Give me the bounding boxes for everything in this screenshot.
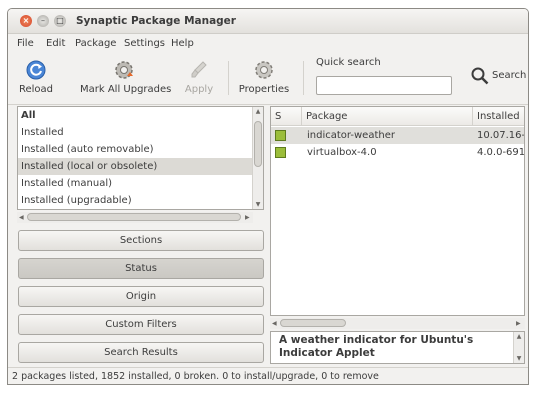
toolbar: Reload Mark All Upgrades Apply Propertie… (8, 53, 528, 105)
search-label: Search (492, 70, 527, 81)
column-header-installed[interactable]: Installed (473, 107, 524, 126)
installed-status-icon[interactable] (275, 130, 286, 141)
custom-filters-button[interactable]: Custom Filters (18, 314, 264, 335)
filter-item-manual[interactable]: Installed (manual) (18, 175, 254, 192)
toolbar-separator (228, 61, 229, 95)
filter-list: All Installed Installed (auto removable)… (17, 106, 264, 210)
menu-settings[interactable]: Settings (124, 38, 165, 49)
filter-item-installed[interactable]: Installed (18, 124, 254, 141)
scroll-left-icon[interactable]: ◀ (19, 212, 24, 223)
filter-list-horizontal-scrollbar[interactable]: ◀ ▶ (17, 212, 253, 223)
gear-icon (255, 61, 273, 79)
minimize-button[interactable]: – (37, 15, 49, 27)
mark-all-upgrades-button[interactable]: Mark All Upgrades (80, 55, 172, 103)
status-bar: 2 packages listed, 1852 installed, 0 bro… (8, 367, 528, 384)
scroll-thumb[interactable] (27, 213, 241, 221)
search-results-button[interactable]: Search Results (18, 342, 264, 363)
quick-search-label: Quick search (316, 57, 381, 68)
magnifier-icon (471, 67, 489, 85)
scroll-right-icon[interactable]: ▶ (516, 318, 521, 329)
description-title: A weather indicator for Ubuntu's Indicat… (279, 334, 474, 359)
menu-package[interactable]: Package (75, 38, 116, 49)
filter-item-auto-removable[interactable]: Installed (auto removable) (18, 141, 254, 158)
reload-icon (26, 60, 46, 80)
scroll-right-icon[interactable]: ▶ (245, 212, 250, 223)
apply-button[interactable]: Apply (178, 55, 220, 103)
reload-button[interactable]: Reload (12, 55, 60, 103)
installed-version: 10.07.16-0 (477, 130, 525, 141)
table-row[interactable]: indicator-weather 10.07.16-0 (271, 127, 524, 144)
scroll-thumb[interactable] (280, 319, 346, 327)
quick-search-input[interactable] (316, 76, 452, 95)
menu-help[interactable]: Help (171, 38, 194, 49)
package-table: S Package Installed indicator-weather 10… (270, 106, 525, 316)
status-button[interactable]: Status (18, 258, 264, 279)
package-description: A weather indicator for Ubuntu's Indicat… (270, 331, 525, 364)
filter-item-local-obsolete[interactable]: Installed (local or obsolete) (18, 158, 254, 175)
package-name: indicator-weather (307, 130, 395, 141)
properties-label: Properties (238, 84, 290, 95)
scroll-left-icon[interactable]: ◀ (272, 318, 277, 329)
filter-list-vertical-scrollbar[interactable]: ▲ ▼ (252, 107, 263, 209)
sections-button[interactable]: Sections (18, 230, 264, 251)
scroll-down-icon[interactable]: ▼ (514, 355, 524, 362)
scroll-up-icon[interactable]: ▲ (253, 108, 263, 115)
filter-item-all[interactable]: All (18, 107, 254, 124)
menu-file[interactable]: File (17, 38, 34, 49)
reload-label: Reload (18, 84, 54, 95)
mark-all-label: Mark All Upgrades (80, 84, 172, 95)
maximize-button[interactable]: □ (54, 15, 66, 27)
table-row[interactable]: virtualbox-4.0 4.0.0-6919 (271, 144, 524, 161)
column-header-status[interactable]: S (271, 107, 302, 126)
title-bar: × – □ Synaptic Package Manager (8, 9, 528, 34)
menu-edit[interactable]: Edit (46, 38, 65, 49)
brush-icon (191, 61, 207, 78)
menu-bar: File Edit Package Settings Help (8, 34, 528, 53)
gear-upgrade-icon (115, 61, 133, 79)
window-title: Synaptic Package Manager (76, 15, 236, 27)
filter-item-upgradable[interactable]: Installed (upgradable) (18, 192, 254, 209)
origin-button[interactable]: Origin (18, 286, 264, 307)
scroll-up-icon[interactable]: ▲ (514, 333, 524, 340)
properties-button[interactable]: Properties (238, 55, 290, 103)
scroll-down-icon[interactable]: ▼ (253, 201, 263, 208)
column-header-package[interactable]: Package (302, 107, 473, 126)
package-table-horizontal-scrollbar[interactable]: ◀ ▶ (270, 318, 525, 329)
app-window: × – □ Synaptic Package Manager File Edit… (7, 8, 529, 385)
toolbar-separator (303, 61, 304, 95)
close-button[interactable]: × (20, 15, 32, 27)
description-scrollbar[interactable]: ▲ ▼ (513, 332, 524, 363)
installed-status-icon[interactable] (275, 147, 286, 158)
package-name: virtualbox-4.0 (307, 147, 377, 158)
scroll-thumb[interactable] (254, 121, 262, 167)
search-button[interactable]: Search (470, 66, 526, 92)
installed-version: 4.0.0-6919 (477, 147, 525, 158)
apply-label: Apply (184, 84, 214, 95)
